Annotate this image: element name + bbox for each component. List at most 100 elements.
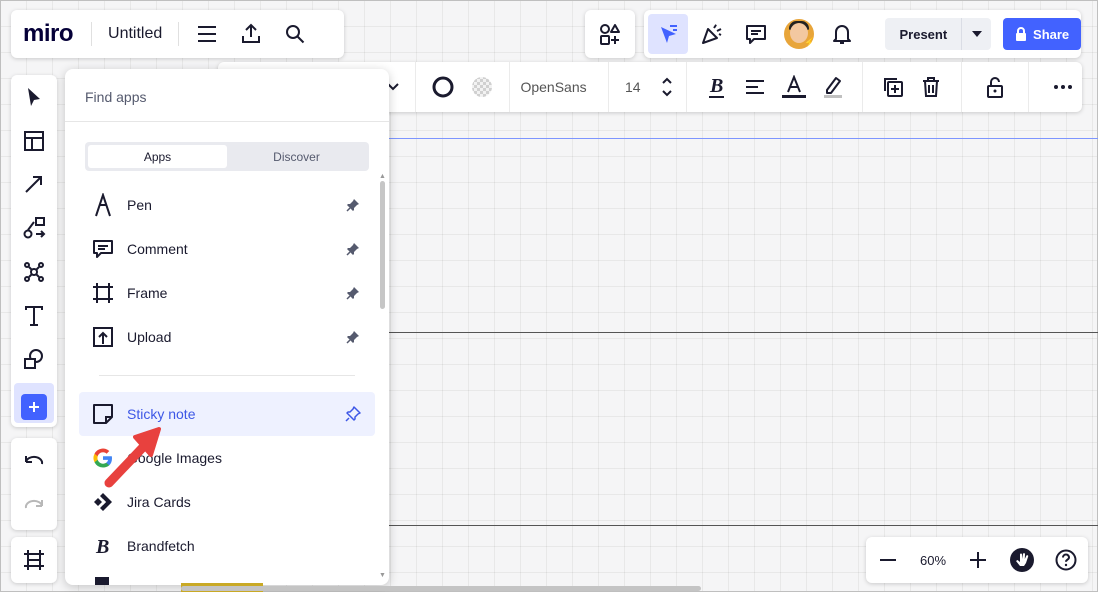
search-icon[interactable]	[275, 14, 315, 54]
jira-icon	[91, 490, 115, 514]
svg-text:B: B	[95, 536, 109, 557]
celebrate-icon[interactable]	[692, 14, 732, 54]
comments-icon[interactable]	[736, 14, 776, 54]
pin-icon[interactable]	[343, 327, 363, 347]
app-item-jira-cards[interactable]: Jira Cards	[79, 480, 375, 524]
horizontal-scrollbar[interactable]	[181, 586, 701, 591]
board-header: miro Untitled	[11, 10, 344, 58]
connection-line-icon[interactable]	[14, 165, 54, 205]
app-item-comment[interactable]: Comment	[79, 227, 375, 271]
templates-icon[interactable]	[14, 121, 54, 161]
pin-outline-icon[interactable]	[343, 404, 363, 424]
google-icon	[91, 446, 115, 470]
scrollbar[interactable]	[380, 181, 385, 309]
trash-icon[interactable]	[912, 67, 951, 107]
frame-icon	[91, 281, 115, 305]
bell-icon[interactable]	[822, 14, 862, 54]
brandfetch-icon: B	[91, 534, 115, 558]
search-input[interactable]: Find apps	[85, 89, 146, 105]
plus-icon	[21, 393, 47, 420]
select-cursor-icon[interactable]	[648, 14, 688, 54]
shapes-icon[interactable]	[14, 340, 54, 380]
canvas-selection-line	[389, 138, 1098, 139]
app-item-pen[interactable]: Pen	[79, 183, 375, 227]
app-item-google-images[interactable]: Google Images	[79, 436, 375, 480]
app-item-label: Pen	[127, 197, 152, 213]
apps-panel: Find apps Apps Discover Pen Comment Fram…	[65, 69, 389, 585]
divider	[415, 62, 417, 112]
divider	[862, 62, 864, 112]
app-item-label: Jira Cards	[127, 494, 191, 510]
app-item-icon-partial	[95, 577, 109, 585]
collaboration-toolbar: ⚡ Present Share	[644, 10, 1081, 58]
frames-icon[interactable]	[11, 537, 57, 583]
present-label: Present	[899, 26, 948, 42]
apps-tabs: Apps Discover	[85, 142, 369, 171]
app-item-label: Frame	[127, 285, 168, 301]
app-item-frame[interactable]: Frame	[79, 271, 375, 315]
diagram-icon[interactable]	[14, 252, 54, 292]
app-item-label: Comment	[127, 241, 188, 257]
zoom-out-icon[interactable]	[866, 537, 910, 583]
redo-icon[interactable]	[14, 486, 54, 526]
undo-icon[interactable]	[14, 442, 54, 482]
board-title[interactable]: Untitled	[108, 25, 162, 43]
text-tool-icon[interactable]	[14, 296, 54, 336]
menu-icon[interactable]	[187, 14, 227, 54]
divider	[686, 62, 688, 112]
divider	[91, 22, 93, 46]
zoom-in-icon[interactable]	[956, 537, 1000, 583]
fill-transparent-icon[interactable]	[463, 67, 502, 107]
miro-logo[interactable]: miro	[23, 20, 74, 48]
duplicate-icon[interactable]	[873, 67, 912, 107]
lightning-icon: ⚡	[803, 38, 814, 49]
avatar[interactable]: ⚡	[783, 19, 814, 49]
more-icon[interactable]	[1043, 67, 1082, 107]
scroll-up-icon[interactable]: ▲	[379, 173, 386, 180]
scroll-down-icon[interactable]: ▼	[379, 572, 386, 579]
app-item-sticky-note[interactable]: Sticky note	[79, 392, 375, 436]
pen-icon	[91, 193, 115, 217]
canvas-line	[389, 332, 1098, 333]
creation-toolbar	[11, 75, 57, 427]
text-color-icon[interactable]	[775, 67, 814, 107]
mindmap-icon[interactable]	[14, 208, 54, 248]
font-family-select[interactable]: OpenSans	[510, 79, 607, 95]
shape-border-icon[interactable]	[424, 67, 463, 107]
divider	[178, 22, 180, 46]
chevron-down-icon[interactable]	[961, 18, 991, 50]
export-icon[interactable]	[231, 14, 271, 54]
pin-icon[interactable]	[343, 239, 363, 259]
pin-icon[interactable]	[343, 283, 363, 303]
font-size-input[interactable]: 14	[609, 79, 657, 95]
share-label: Share	[1033, 26, 1070, 42]
bold-icon[interactable]: B	[697, 67, 736, 107]
zoom-toolbar: 60%	[866, 537, 1088, 583]
help-icon[interactable]	[1044, 537, 1088, 583]
select-tool-icon[interactable]	[14, 77, 54, 117]
highlight-icon[interactable]	[814, 67, 853, 107]
font-size-stepper-icon[interactable]	[657, 67, 676, 107]
present-button[interactable]: Present	[885, 18, 992, 50]
unlock-icon[interactable]	[976, 67, 1015, 107]
app-item-label: Google Images	[127, 450, 222, 466]
canvas-line	[389, 525, 1098, 526]
zoom-level[interactable]: 60%	[910, 553, 956, 568]
divider	[65, 121, 389, 122]
app-item-brandfetch[interactable]: B Brandfetch	[79, 524, 375, 568]
divider	[960, 62, 962, 112]
sticky-note-icon	[91, 402, 115, 426]
history-toolbar	[11, 438, 57, 530]
tab-apps[interactable]: Apps	[88, 145, 227, 168]
align-left-icon[interactable]	[736, 67, 775, 107]
tab-discover[interactable]: Discover	[227, 145, 366, 168]
app-item-label: Upload	[127, 329, 172, 345]
apps-icon[interactable]	[585, 10, 635, 58]
pin-icon[interactable]	[343, 195, 363, 215]
share-button[interactable]: Share	[1003, 18, 1081, 50]
divider	[1028, 62, 1030, 112]
svg-text:B: B	[709, 76, 723, 97]
more-tools-button[interactable]	[14, 383, 54, 423]
hand-tool-icon[interactable]	[1000, 537, 1044, 583]
app-item-upload[interactable]: Upload	[79, 315, 375, 359]
